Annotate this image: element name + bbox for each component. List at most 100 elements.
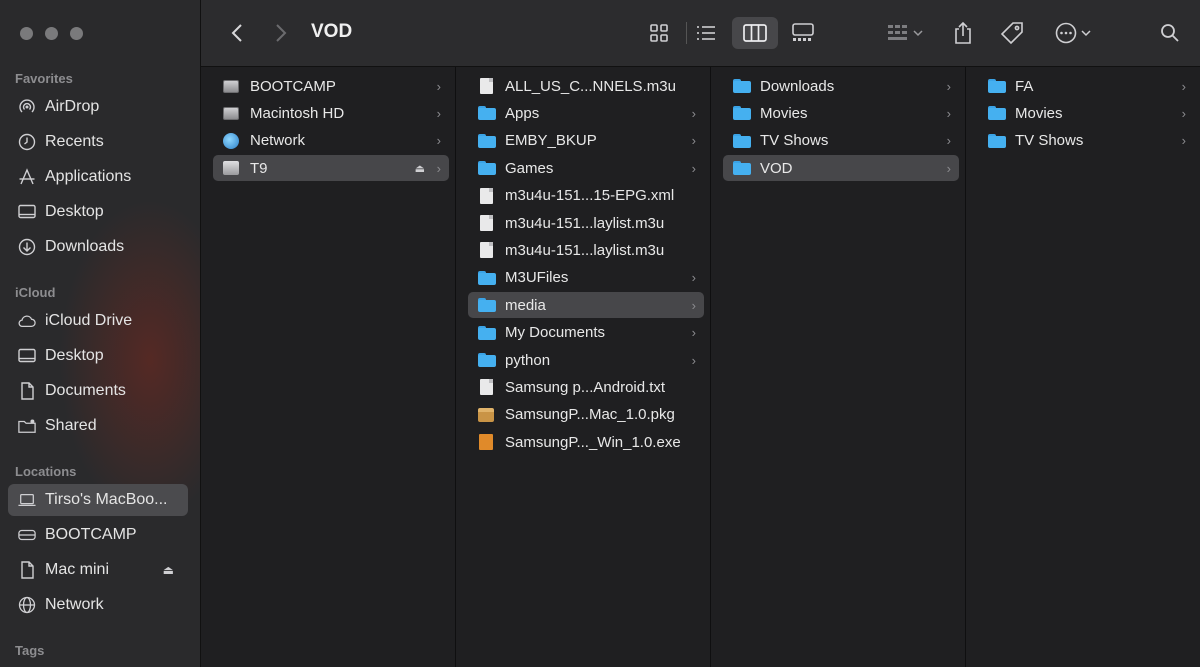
folder-row[interactable]: TV Shows › — [723, 128, 959, 154]
sidebar-item-icloud[interactable]: Shared — [8, 410, 188, 442]
folder-icon — [733, 78, 751, 94]
folder-row[interactable]: Games › — [468, 155, 704, 181]
minimize-window-button[interactable] — [45, 27, 58, 40]
file-row[interactable]: Samsung p...Android.txt — [468, 374, 704, 400]
folder-row[interactable]: Apps › — [468, 100, 704, 126]
sidebar-item-icloud[interactable]: Desktop — [8, 340, 188, 372]
document-file-icon — [478, 78, 496, 94]
zoom-window-button[interactable] — [70, 27, 83, 40]
item-name: ALL_US_C...NNELS.m3u — [505, 77, 676, 95]
eject-icon[interactable]: ⏏ — [415, 162, 425, 175]
grid-icon — [650, 24, 668, 42]
close-window-button[interactable] — [20, 27, 33, 40]
search-button[interactable] — [1156, 17, 1184, 49]
desktop-icon — [18, 203, 36, 221]
chevron-right-icon: › — [691, 133, 696, 149]
download-icon — [18, 238, 36, 256]
sidebar-item-favorites[interactable]: Recents — [8, 126, 188, 158]
sidebar-item-favorites[interactable]: Applications — [8, 161, 188, 193]
shared-folder-icon — [18, 417, 36, 435]
file-row[interactable]: Macintosh HD › — [213, 100, 449, 126]
ellipsis-circle-icon — [1055, 22, 1077, 44]
browser-column-3[interactable]: Downloads › Movies › TV Shows › VOD › — [711, 67, 966, 667]
window-controls — [20, 27, 83, 40]
icon-view-button[interactable] — [644, 17, 674, 49]
chevron-right-icon: › — [691, 270, 696, 286]
folder-row[interactable]: TV Shows › — [978, 128, 1194, 154]
chevron-right-icon: › — [436, 105, 441, 121]
folder-row[interactable]: media › — [468, 292, 704, 319]
folder-row[interactable]: Downloads › — [723, 73, 959, 99]
share-button[interactable] — [949, 17, 977, 49]
item-name: FA — [1015, 77, 1034, 95]
browser-column-4[interactable]: FA › Movies › TV Shows › — [966, 67, 1200, 667]
folder-row[interactable]: Movies › — [978, 100, 1194, 126]
item-name: m3u4u-151...laylist.m3u — [505, 241, 665, 259]
file-row[interactable]: T9 ⏏ › — [213, 155, 449, 182]
folder-row[interactable]: My Documents › — [468, 320, 704, 346]
item-name: VOD — [760, 159, 793, 177]
sidebar-item-favorites[interactable]: Desktop — [8, 196, 188, 228]
folder-row[interactable]: Movies › — [723, 100, 959, 126]
eject-icon[interactable]: ⏏ — [163, 563, 174, 577]
item-name: Movies — [760, 104, 808, 122]
sidebar-item-locations[interactable]: BOOTCAMP — [8, 519, 188, 551]
more-actions-button[interactable] — [1051, 17, 1095, 49]
item-name: Samsung p...Android.txt — [505, 378, 666, 396]
file-row[interactable]: m3u4u-151...laylist.m3u — [468, 237, 704, 263]
external-drive-icon — [223, 160, 241, 176]
folder-icon — [733, 160, 751, 176]
sidebar-item-favorites[interactable]: AirDrop — [8, 91, 188, 123]
sidebar-item-icloud[interactable]: iCloud Drive — [8, 305, 188, 337]
sidebar-item-favorites[interactable]: Downloads — [8, 231, 188, 263]
document-icon — [18, 382, 36, 400]
folder-icon — [988, 105, 1006, 121]
browser-column-2[interactable]: ALL_US_C...NNELS.m3u Apps › EMBY_BKUP › Games… — [456, 67, 711, 667]
item-name: TV Shows — [760, 132, 829, 150]
sidebar-item-icloud[interactable]: Documents — [8, 375, 188, 407]
file-row[interactable]: m3u4u-151...laylist.m3u — [468, 210, 704, 236]
forward-button[interactable] — [269, 17, 293, 49]
file-row[interactable]: SamsungP..._Win_1.0.exe — [468, 429, 704, 455]
browser-column-1[interactable]: BOOTCAMP › Macintosh HD › Network › T9 ⏏ › — [201, 67, 456, 667]
item-name: Movies — [1015, 104, 1063, 122]
sidebar-item-locations[interactable]: Network — [8, 589, 188, 621]
icloud-section-title: iCloud — [15, 285, 56, 300]
document-file-icon — [478, 215, 496, 231]
folder-icon — [733, 105, 751, 121]
tag-button[interactable] — [997, 17, 1027, 49]
item-name: EMBY_BKUP — [505, 132, 597, 150]
file-row[interactable]: BOOTCAMP › — [213, 73, 449, 99]
chevron-right-icon: › — [691, 352, 696, 368]
folder-icon — [733, 133, 751, 149]
item-name: SamsungP...Mac_1.0.pkg — [505, 406, 675, 424]
gallery-icon — [792, 23, 814, 41]
group-by-button[interactable] — [881, 17, 929, 49]
folder-icon — [988, 78, 1006, 94]
chevron-down-icon — [913, 30, 923, 37]
folder-row[interactable]: FA › — [978, 73, 1194, 99]
column-view-button[interactable] — [732, 17, 778, 49]
file-row[interactable]: Network › — [213, 128, 449, 154]
folder-row[interactable]: M3UFiles › — [468, 265, 704, 291]
file-row[interactable]: ALL_US_C...NNELS.m3u — [468, 73, 704, 99]
chevron-right-icon: › — [946, 78, 951, 94]
folder-row[interactable]: python › — [468, 347, 704, 373]
columns-icon — [743, 24, 767, 42]
folder-row[interactable]: VOD › — [723, 155, 959, 182]
sidebar-item-locations[interactable]: Mac mini ⏏ — [8, 554, 188, 586]
folder-row[interactable]: EMBY_BKUP › — [468, 128, 704, 154]
file-row[interactable]: m3u4u-151...15-EPG.xml — [468, 183, 704, 209]
item-name: media — [505, 296, 546, 314]
sidebar-item-locations[interactable]: Tirso's MacBoo... — [8, 484, 188, 516]
clock-icon — [18, 133, 36, 151]
item-name: Network — [250, 132, 306, 150]
list-view-button[interactable] — [691, 17, 721, 49]
sidebar-item-label: AirDrop — [45, 98, 100, 115]
gallery-view-button[interactable] — [786, 17, 820, 49]
sidebar-item-label: Mac mini — [45, 561, 110, 578]
file-row[interactable]: SamsungP...Mac_1.0.pkg — [468, 402, 704, 428]
folder-icon — [478, 352, 496, 368]
back-button[interactable] — [225, 17, 249, 49]
chevron-right-icon: › — [1181, 105, 1186, 121]
